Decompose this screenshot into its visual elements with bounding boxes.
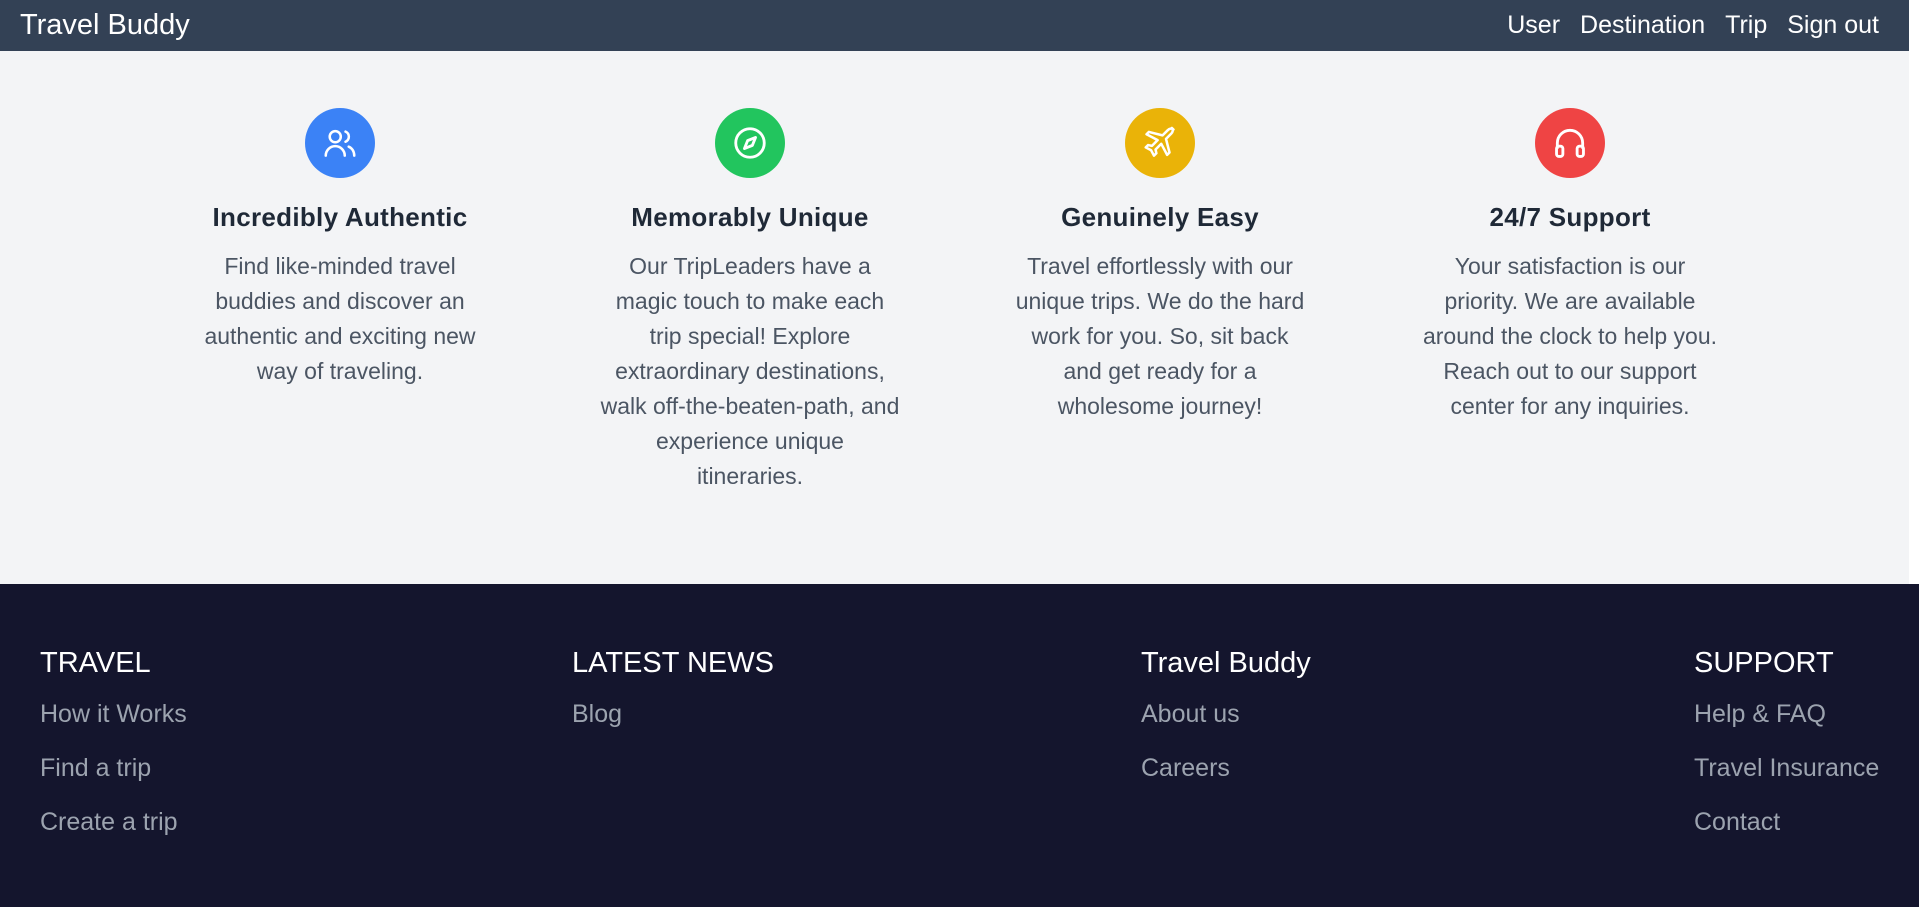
feature-description: Our TripLeaders have a magic touch to ma… [600, 253, 900, 489]
footer-heading: LATEST NEWS [572, 647, 774, 679]
footer-link-find-trip[interactable]: Find a trip [40, 754, 187, 783]
plane-icon [1125, 108, 1195, 178]
nav-link-sign-out[interactable]: Sign out [1787, 11, 1879, 40]
footer-link-blog[interactable]: Blog [572, 700, 774, 729]
feature-card-authentic: Incredibly Authentic Find like-minded tr… [170, 108, 510, 389]
footer-column-travel-buddy: Travel Buddy About us Careers [1141, 647, 1311, 808]
nav-links: User Destination Trip Sign out [1507, 11, 1879, 40]
footer-link-about-us[interactable]: About us [1141, 700, 1311, 729]
footer-column-latest-news: LATEST NEWS Blog [572, 647, 774, 754]
footer-column-travel: TRAVEL How it Works Find a trip Create a… [40, 647, 187, 862]
footer-link-create-trip[interactable]: Create a trip [40, 808, 187, 837]
top-navbar: Travel Buddy User Destination Trip Sign … [0, 0, 1909, 51]
footer-heading: Travel Buddy [1141, 647, 1311, 679]
footer-heading: TRAVEL [40, 647, 151, 679]
feature-title: 24/7 Support [1489, 202, 1651, 232]
footer-link-travel-insurance[interactable]: Travel Insurance [1694, 754, 1879, 783]
page-scrollbar[interactable] [1909, 0, 1919, 656]
footer-column-support: SUPPORT Help & FAQ Travel Insurance Cont… [1694, 647, 1879, 862]
features-section: Incredibly Authentic Find like-minded tr… [0, 51, 1909, 584]
feature-title: Incredibly Authentic [212, 202, 468, 232]
feature-description: Your satisfaction is our priority. We ar… [1422, 253, 1718, 419]
feature-card-unique: Memorably Unique Our TripLeaders have a … [580, 108, 920, 494]
footer-link-contact[interactable]: Contact [1694, 808, 1879, 837]
nav-link-user[interactable]: User [1507, 11, 1560, 40]
feature-title: Genuinely Easy [1061, 202, 1259, 232]
footer-link-how-it-works[interactable]: How it Works [40, 700, 187, 729]
feature-title: Memorably Unique [631, 202, 869, 232]
users-icon [305, 108, 375, 178]
feature-card-easy: Genuinely Easy Travel effortlessly with … [990, 108, 1330, 424]
headphones-icon [1535, 108, 1605, 178]
feature-description: Find like-minded travel buddies and disc… [204, 253, 476, 384]
nav-link-destination[interactable]: Destination [1580, 11, 1705, 40]
feature-description: Travel effortlessly with our unique trip… [1015, 253, 1305, 419]
nav-link-trip[interactable]: Trip [1725, 11, 1767, 40]
compass-icon [715, 108, 785, 178]
site-footer: TRAVEL How it Works Find a trip Create a… [0, 584, 1919, 907]
footer-link-careers[interactable]: Careers [1141, 754, 1311, 783]
brand-logo-link[interactable]: Travel Buddy [20, 9, 190, 42]
feature-card-support: 24/7 Support Your satisfaction is our pr… [1400, 108, 1740, 424]
footer-link-help-faq[interactable]: Help & FAQ [1694, 700, 1879, 729]
footer-heading: SUPPORT [1694, 647, 1834, 679]
